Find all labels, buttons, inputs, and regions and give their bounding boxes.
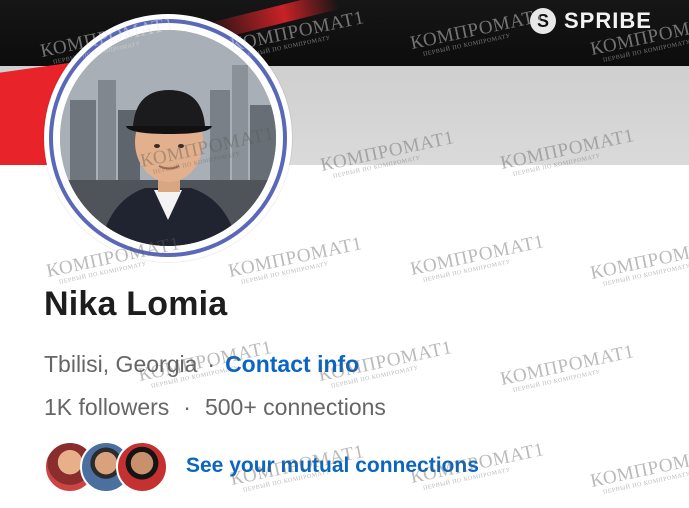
- watermark: КОМПРОМАТ1 ПЕРВЫЙ ПО КОМПРОМАТУ: [588, 235, 689, 288]
- mutual-connections-row[interactable]: See your mutual connections: [44, 438, 479, 494]
- connections-count[interactable]: 500+ connections: [205, 394, 386, 421]
- mutual-avatars: [44, 438, 172, 494]
- contact-info-link[interactable]: Contact info: [225, 351, 359, 378]
- watermark: КОМПРОМАТ1 ПЕРВЫЙ ПО КОМПРОМАТУ: [588, 443, 689, 496]
- stats-separator: ·: [183, 393, 191, 420]
- profile-photo-illustration: [60, 30, 276, 246]
- profile-avatar[interactable]: [44, 14, 292, 262]
- mutual-avatar: [116, 441, 168, 493]
- stats-row: 1K followers · 500+ connections: [44, 392, 386, 422]
- watermark: КОМПРОМАТ1 ПЕРВЫЙ ПО КОМПРОМАТУ: [226, 233, 365, 286]
- followers-count[interactable]: 1K followers: [44, 394, 169, 421]
- banner-logo: S SPRIBE: [530, 6, 652, 36]
- profile-photo: [60, 30, 276, 246]
- mutual-connections-link[interactable]: See your mutual connections: [186, 454, 479, 478]
- watermark: КОМПРОМАТ1 ПЕРВЫЙ ПО КОМПРОМАТУ: [498, 341, 637, 394]
- profile-location: Tbilisi, Georgia: [44, 350, 198, 377]
- watermark: КОМПРОМАТ1 ПЕРВЫЙ ПО КОМПРОМАТУ: [408, 231, 547, 284]
- location-separator: ·: [207, 350, 216, 377]
- banner-logo-text: SPRIBE: [564, 8, 652, 33]
- profile-name: Nika Lomia: [44, 285, 228, 323]
- spribe-logo-icon: S: [530, 8, 556, 34]
- location-row: Tbilisi, Georgia · Contact info: [44, 349, 359, 379]
